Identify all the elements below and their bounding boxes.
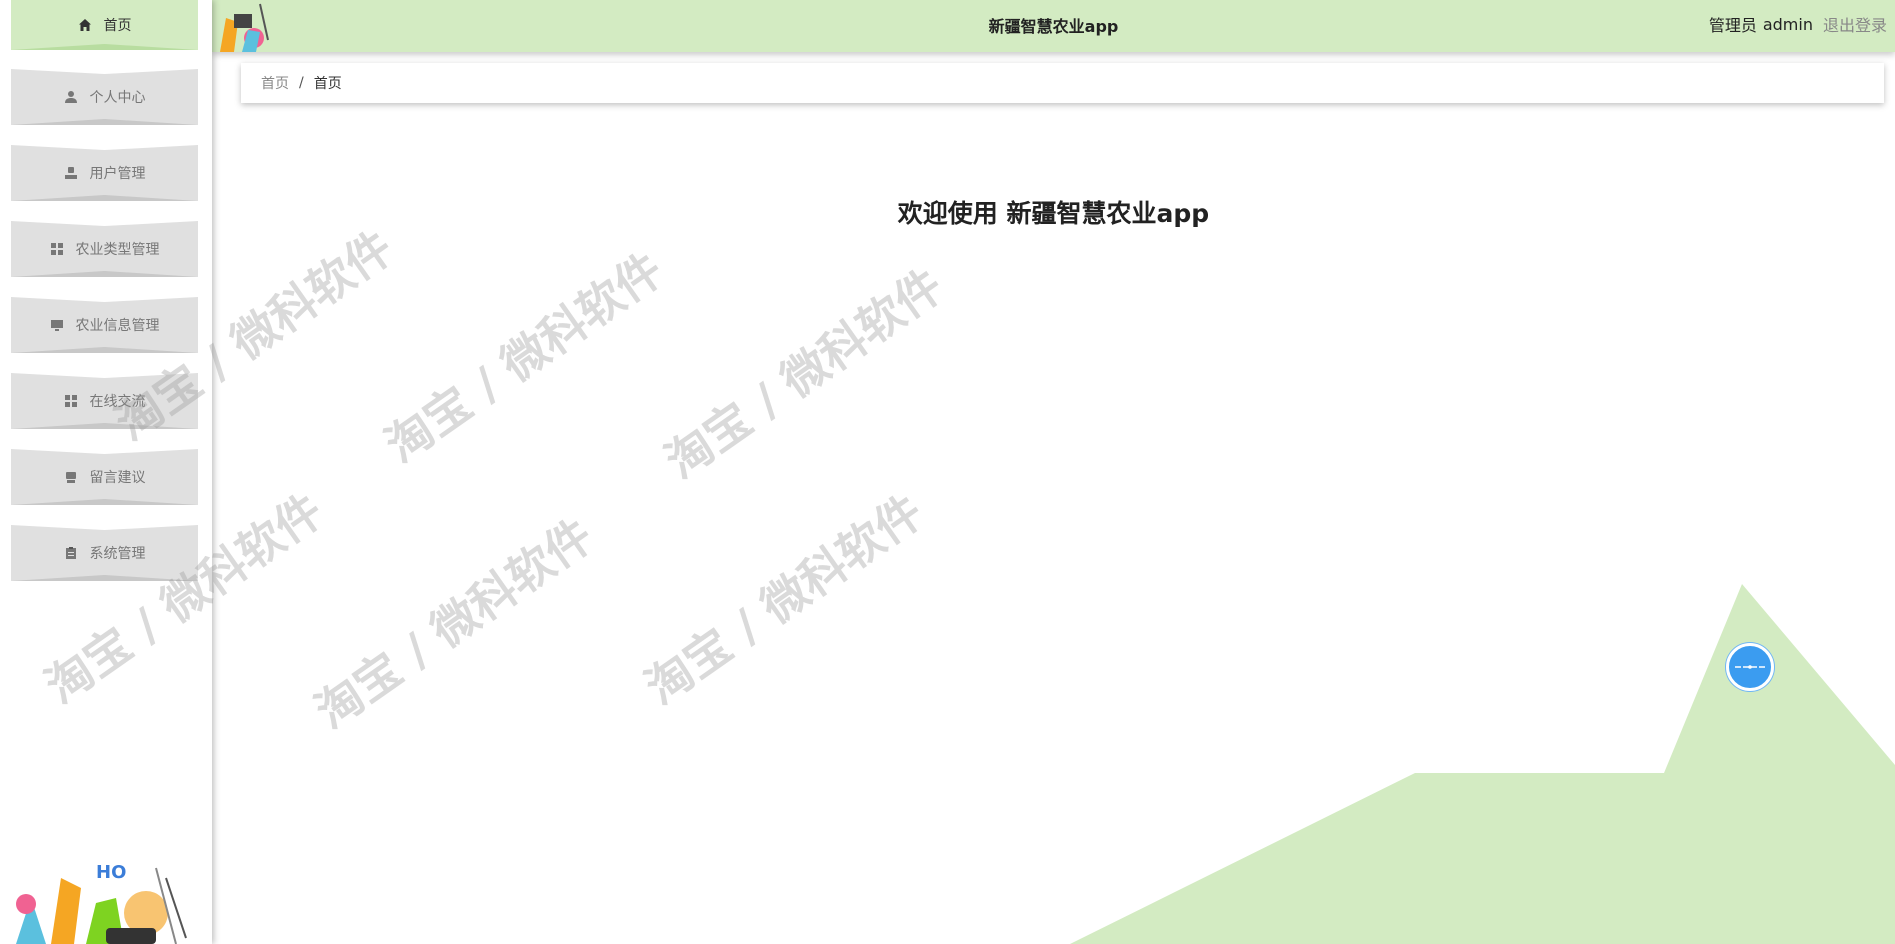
sidebar-illustration: HO	[6, 858, 206, 944]
welcome-heading: 欢迎使用 新疆智慧农业app	[212, 194, 1895, 230]
sidebar-item-agri-types[interactable]: 农业类型管理	[11, 221, 198, 277]
svg-text:HO: HO	[96, 862, 126, 883]
user-area: 管理员 admin 退出登录	[1709, 12, 1887, 36]
menu-item-edge	[11, 145, 198, 150]
sidebar-item-label: 农业信息管理	[75, 318, 160, 334]
menu-item-edge	[11, 373, 198, 378]
sidebar-item-profile[interactable]: 个人中心	[11, 69, 198, 125]
sidebar-item-users[interactable]: 用户管理	[11, 145, 198, 201]
sidebar-item-home[interactable]: 首页	[11, 0, 198, 50]
grid-icon	[64, 394, 78, 408]
menu-item-edge	[11, 525, 198, 530]
user-icon	[64, 166, 78, 180]
sidebar-item-chat[interactable]: 在线交流	[11, 373, 198, 429]
menu-item-edge	[11, 221, 198, 226]
grid-icon	[50, 242, 64, 256]
person-icon	[64, 90, 78, 104]
sidebar-item-feedback[interactable]: 留言建议	[11, 449, 198, 505]
welcome-app-name: 新疆智慧农业app	[1006, 199, 1210, 228]
mountain-decoration	[1070, 584, 1895, 944]
breadcrumb: 首页 / 首页	[241, 63, 1884, 103]
sidebar-item-label: 首页	[103, 18, 132, 34]
menu-item-edge	[11, 347, 198, 353]
menu-item-edge	[11, 423, 198, 429]
sidebar: 首页 个人中心 用户管理 农业类型管理 农业信息管理 在线交流 留言建议 系统管…	[0, 0, 212, 944]
chat-float-button[interactable]	[1726, 643, 1774, 691]
sidebar-item-label: 留言建议	[89, 470, 146, 486]
menu-item-edge	[11, 297, 198, 302]
clipboard-icon	[64, 546, 78, 560]
sidebar-item-label: 在线交流	[89, 394, 146, 410]
menu-item-edge	[11, 69, 198, 74]
sidebar-item-system[interactable]: 系统管理	[11, 525, 198, 581]
menu-item-edge	[11, 271, 198, 277]
menu-item-edge	[11, 119, 198, 125]
menu-item-edge	[11, 499, 198, 505]
home-icon	[78, 18, 92, 32]
menu-item-edge	[11, 575, 198, 581]
user-name: admin	[1762, 14, 1813, 34]
app-title: 新疆智慧农业app	[988, 17, 1119, 36]
menu-item-edge	[11, 449, 198, 454]
breadcrumb-item-home[interactable]: 首页	[261, 73, 289, 93]
welcome-prefix: 欢迎使用	[897, 199, 998, 228]
breadcrumb-item-current: 首页	[313, 76, 342, 92]
sidebar-item-label: 个人中心	[89, 90, 146, 106]
watermark-text: 淘宝 / 微科软件	[655, 258, 953, 489]
top-header: 新疆智慧农业app 管理员 admin 退出登录	[212, 0, 1895, 52]
watermark-text: 淘宝 / 微科软件	[305, 508, 603, 739]
sidebar-item-label: 农业类型管理	[75, 242, 160, 258]
chat-icon	[1735, 665, 1765, 669]
logout-link[interactable]: 退出登录	[1823, 12, 1887, 36]
user-role: 管理员	[1708, 16, 1757, 35]
sidebar-item-agri-info[interactable]: 农业信息管理	[11, 297, 198, 353]
sidebar-item-label: 系统管理	[89, 546, 146, 562]
menu-item-edge	[11, 195, 198, 201]
watermark-text: 淘宝 / 微科软件	[635, 484, 933, 715]
app-root: 首页 个人中心 用户管理 农业类型管理 农业信息管理 在线交流 留言建议 系统管…	[0, 0, 1895, 944]
menu-item-edge	[11, 44, 198, 50]
watermark-text: 淘宝 / 微科软件	[375, 242, 673, 473]
monitor-icon	[50, 318, 64, 332]
breadcrumb-separator: /	[299, 75, 304, 91]
printer-icon	[64, 470, 78, 484]
sidebar-item-label: 用户管理	[89, 166, 146, 182]
